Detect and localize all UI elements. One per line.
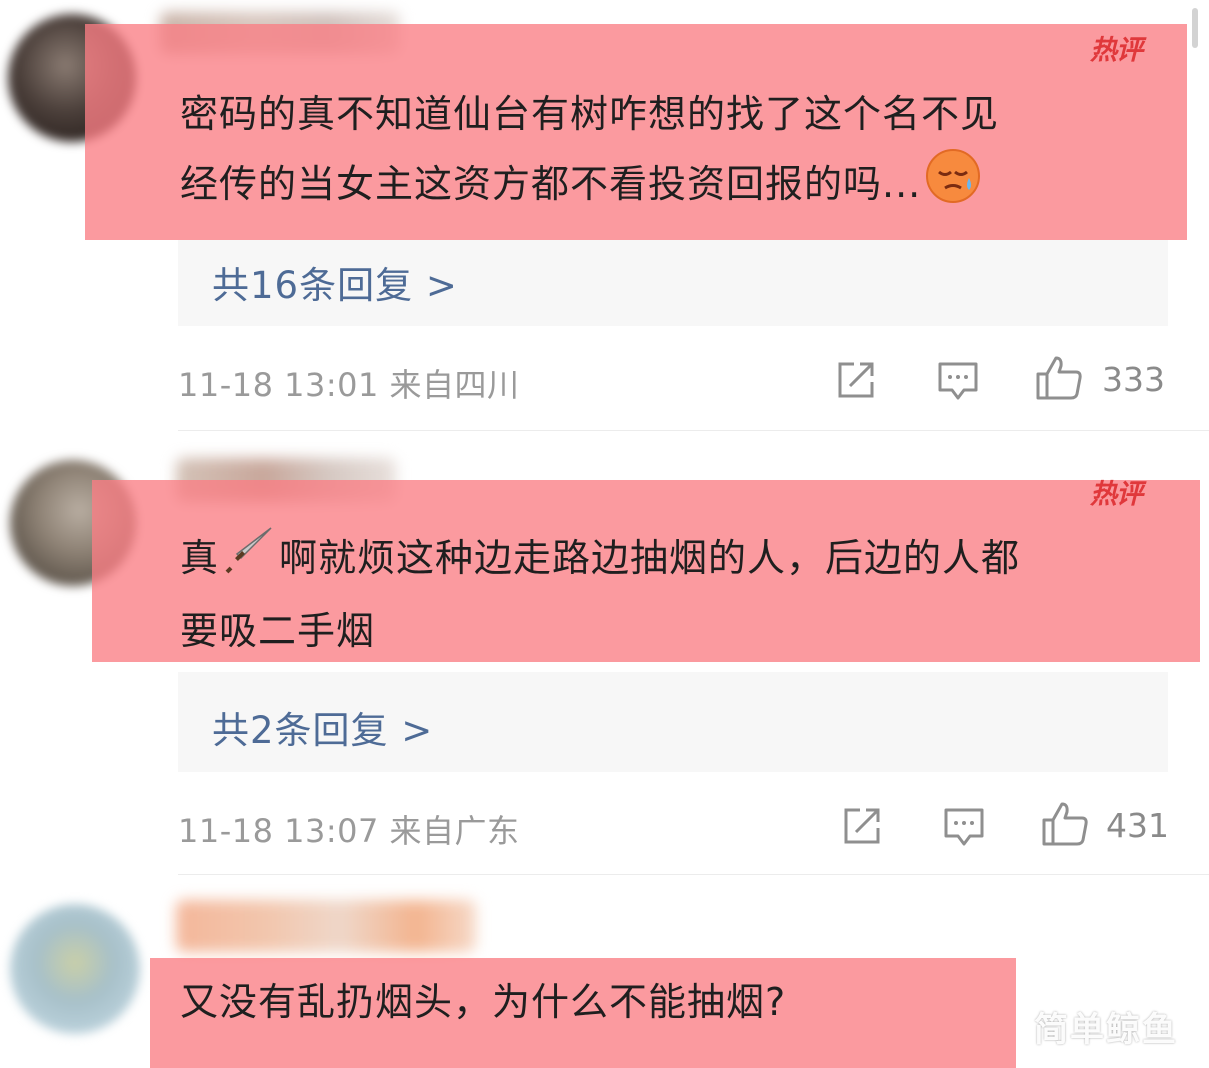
thumbs-up-icon[interactable] xyxy=(1040,800,1090,852)
username-blurred[interactable] xyxy=(176,900,476,952)
divider xyxy=(178,874,1209,875)
share-icon[interactable] xyxy=(840,804,884,852)
like-count: 431 xyxy=(1106,806,1169,845)
scrollbar-thumb[interactable] xyxy=(1192,8,1198,48)
comment-text: 真啊就烦这种边走路边抽烟的人，后边的人都 要吸二手烟 xyxy=(180,524,1020,665)
comment-text-line-1: 又没有乱扔烟头，为什么不能抽烟? xyxy=(180,980,787,1024)
user-avatar[interactable] xyxy=(10,904,140,1034)
comment-text: 密码的真不知道仙台有树咋想的找了这个名不见 经传的当女主这资方都不看投资回报的吗… xyxy=(180,80,999,225)
watermark-text: 简单鲸鱼 xyxy=(1034,1010,1178,1050)
comment-text-line-1: 密码的真不知道仙台有树咋想的找了这个名不见 xyxy=(180,92,1000,136)
share-icon[interactable] xyxy=(834,358,878,406)
comment-icon[interactable] xyxy=(936,358,980,406)
hot-comment-badge: 热评 xyxy=(1090,479,1143,510)
comment-time-location: 11-18 13:01 来自四川 xyxy=(178,366,520,404)
comment-text-line-2: 经传的当女主这资方都不看投资回报的吗... xyxy=(180,148,999,225)
comment-text: 又没有乱扔烟头，为什么不能抽烟? xyxy=(180,968,786,1036)
like-count: 333 xyxy=(1102,360,1165,399)
view-replies-link[interactable]: 共16条回复 > xyxy=(212,255,458,309)
comment-icon[interactable] xyxy=(942,804,986,852)
view-replies-link[interactable]: 共2条回复 > xyxy=(212,700,433,754)
thumbs-up-icon[interactable] xyxy=(1034,354,1084,406)
sad-sweat-emoji-icon xyxy=(925,148,981,225)
comment-time-location: 11-18 13:07 来自广东 xyxy=(178,812,520,850)
comment-text-line-2: 要吸二手烟 xyxy=(180,609,376,653)
divider xyxy=(178,430,1209,431)
hot-comment-badge: 热评 xyxy=(1090,35,1143,66)
knife-emoji-icon xyxy=(223,524,275,597)
comment-text-line-1: 真啊就烦这种边走路边抽烟的人，后边的人都 xyxy=(180,524,1020,597)
